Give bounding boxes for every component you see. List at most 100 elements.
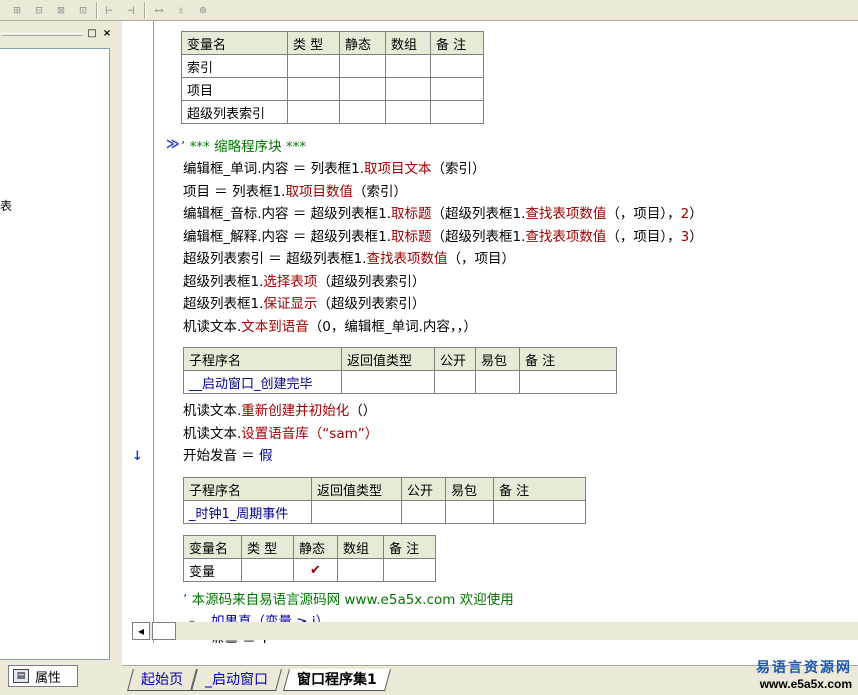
code-token: （超级列表索引）: [317, 273, 426, 290]
table-cell[interactable]: 超级列表索引: [181, 100, 288, 124]
table-cell[interactable]: [241, 558, 294, 582]
code-token: 编辑框_音标.内容 ＝ 超级列表框1.: [183, 206, 392, 222]
code-line[interactable]: 项目 ＝ 列表框1.取项目数值（索引）: [183, 181, 407, 203]
tab-window-assembly[interactable]: 窗口程序集1: [283, 669, 391, 691]
watermark-title: 易语言资源网: [756, 660, 852, 676]
column-header: 变量名: [181, 31, 288, 55]
watermark-url: www.e5a5x.com: [759, 677, 852, 691]
table-cell[interactable]: [430, 54, 484, 78]
expand-marker-icon[interactable]: ≫: [166, 137, 180, 152]
horizontal-scrollbar[interactable]: ◂: [132, 622, 858, 640]
code-token: （）: [349, 403, 377, 419]
tab-startup-window[interactable]: _启动窗口: [191, 669, 282, 691]
distribute-v-icon[interactable]: ⊣: [122, 1, 140, 19]
code-token: （，项目）: [447, 251, 515, 267]
table-cell[interactable]: [287, 54, 340, 78]
code-token: （超级列表索引）: [317, 296, 426, 312]
code-token: 查找表项数值: [366, 251, 448, 267]
code-line[interactable]: 开始发音 ＝ 假: [183, 445, 273, 467]
table-cell[interactable]: [445, 500, 494, 524]
table-cell[interactable]: [493, 500, 586, 524]
code-token: 开始发音 ＝: [183, 448, 260, 464]
table-cell[interactable]: [430, 100, 484, 124]
table-cell[interactable]: [339, 54, 386, 78]
table-row: 超级列表索引: [181, 100, 484, 124]
site-watermark: 易语言资源网 www.e5a5x.com: [756, 657, 852, 691]
code-token: 机读文本.: [183, 403, 242, 419]
code-token: 2: [680, 206, 690, 222]
align-left-icon[interactable]: ⊞: [8, 1, 26, 19]
table-cell[interactable]: 变量: [183, 558, 242, 582]
scroll-thumb[interactable]: [152, 622, 176, 640]
table-cell[interactable]: [401, 500, 446, 524]
column-header: 静态: [293, 535, 338, 559]
table-cell[interactable]: [337, 558, 384, 582]
table-cell[interactable]: [339, 77, 386, 101]
code-line[interactable]: 机读文本.重新创建并初始化（）: [183, 400, 376, 422]
same-width-icon[interactable]: ⟷: [150, 1, 168, 19]
timer-variable-table: 变量名类 型静态 数组备 注变量 ✔: [183, 535, 436, 582]
code-token: 设置语音库: [241, 425, 309, 442]
tab-start-page[interactable]: 起始页: [127, 669, 197, 691]
properties-tab[interactable]: ▤ 属性: [8, 665, 78, 687]
table-cell[interactable]: [385, 77, 431, 101]
table-cell[interactable]: 索引: [181, 54, 288, 78]
table-cell[interactable]: 项目: [181, 77, 288, 101]
code-token: ）: [689, 228, 703, 245]
code-line[interactable]: 编辑框_单词.内容 ＝ 列表框1.取项目文本（索引）: [183, 158, 486, 180]
code-token: 取标题: [391, 206, 432, 222]
table-cell[interactable]: [287, 77, 340, 101]
collapsed-block-comment[interactable]: ’ *** 缩略程序块 ***: [181, 136, 306, 158]
code-line[interactable]: 超级列表框1.保证显示（超级列表索引）: [183, 293, 425, 315]
close-icon[interactable]: ×: [101, 28, 113, 40]
table-cell[interactable]: [287, 100, 340, 124]
maximize-icon[interactable]: □: [86, 28, 98, 40]
code-token: （0，编辑框_单词.内容，，）: [308, 318, 477, 335]
code-token: （索引）: [431, 161, 486, 177]
code-token: 取项目数值: [285, 183, 353, 200]
align-top-icon[interactable]: ⊡: [74, 1, 92, 19]
table-header-row: 变量名类 型静态 数组备 注: [181, 31, 484, 55]
distribute-h-icon[interactable]: ⊢: [100, 1, 118, 19]
table-row: 索引: [181, 54, 484, 78]
table-cell[interactable]: [385, 100, 431, 124]
code-token: （“sam”）: [308, 425, 379, 442]
table-cell[interactable]: _时钟1_周期事件: [183, 500, 312, 524]
toolbar-separator: [144, 2, 146, 19]
column-header: 子程序名: [183, 347, 342, 371]
code-line[interactable]: 机读文本.设置语音库（“sam”）: [183, 423, 378, 445]
code-editor[interactable]: 变量名类 型静态 数组备 注索引 项目 超级列表索引 ≫ ’ *** 缩略程序块 **…: [122, 21, 858, 643]
code-token: 3: [680, 228, 690, 245]
same-height-icon[interactable]: ⇳: [172, 1, 190, 19]
code-line[interactable]: 超级列表框1.选择表项（超级列表索引）: [183, 271, 425, 293]
table-cell[interactable]: __启动窗口_创建完毕: [183, 370, 342, 394]
align-right-icon[interactable]: ⊠: [52, 1, 70, 19]
table-cell[interactable]: [430, 77, 484, 101]
panel-body: 表: [0, 48, 110, 660]
table-cell[interactable]: [383, 558, 436, 582]
table-cell[interactable]: [385, 54, 431, 78]
code-line[interactable]: 机读文本.文本到语音（0，编辑框_单词.内容，，）: [183, 316, 477, 338]
table-cell[interactable]: [339, 100, 386, 124]
table-cell[interactable]: [311, 500, 402, 524]
alignment-toolbar: ⊞ ⊟ ⊠ ⊡ ⊢ ⊣ ⟷ ⇳ ⊕: [0, 0, 858, 21]
column-header: 公开: [401, 477, 446, 501]
code-token: ）: [689, 206, 703, 222]
code-line[interactable]: 编辑框_音标.内容 ＝ 超级列表框1.取标题（超级列表框1.查找表项数值（，项目…: [183, 203, 703, 225]
column-header: 备 注: [493, 477, 586, 501]
code-line[interactable]: 超级列表索引 ＝ 超级列表框1.查找表项数值（，项目）: [183, 248, 515, 270]
column-header: 类 型: [287, 31, 340, 55]
table-cell[interactable]: [519, 370, 617, 394]
source-comment[interactable]: ’ 本源码来自易语言源码网 www.e5a5x.com 欢迎使用: [183, 589, 514, 611]
column-header: 易包: [445, 477, 494, 501]
table-cell[interactable]: [341, 370, 435, 394]
panel-scrollbar[interactable]: [110, 48, 122, 660]
panel-grip[interactable]: [2, 33, 82, 36]
same-size-icon[interactable]: ⊕: [194, 1, 212, 19]
table-cell[interactable]: ✔: [293, 558, 338, 582]
table-cell[interactable]: [434, 370, 476, 394]
scroll-left-arrow-icon[interactable]: ◂: [132, 622, 150, 640]
align-center-icon[interactable]: ⊟: [30, 1, 48, 19]
code-line[interactable]: 编辑框_解释.内容 ＝ 超级列表框1.取标题（超级列表框1.查找表项数值（，项目…: [183, 226, 703, 248]
table-cell[interactable]: [475, 370, 520, 394]
